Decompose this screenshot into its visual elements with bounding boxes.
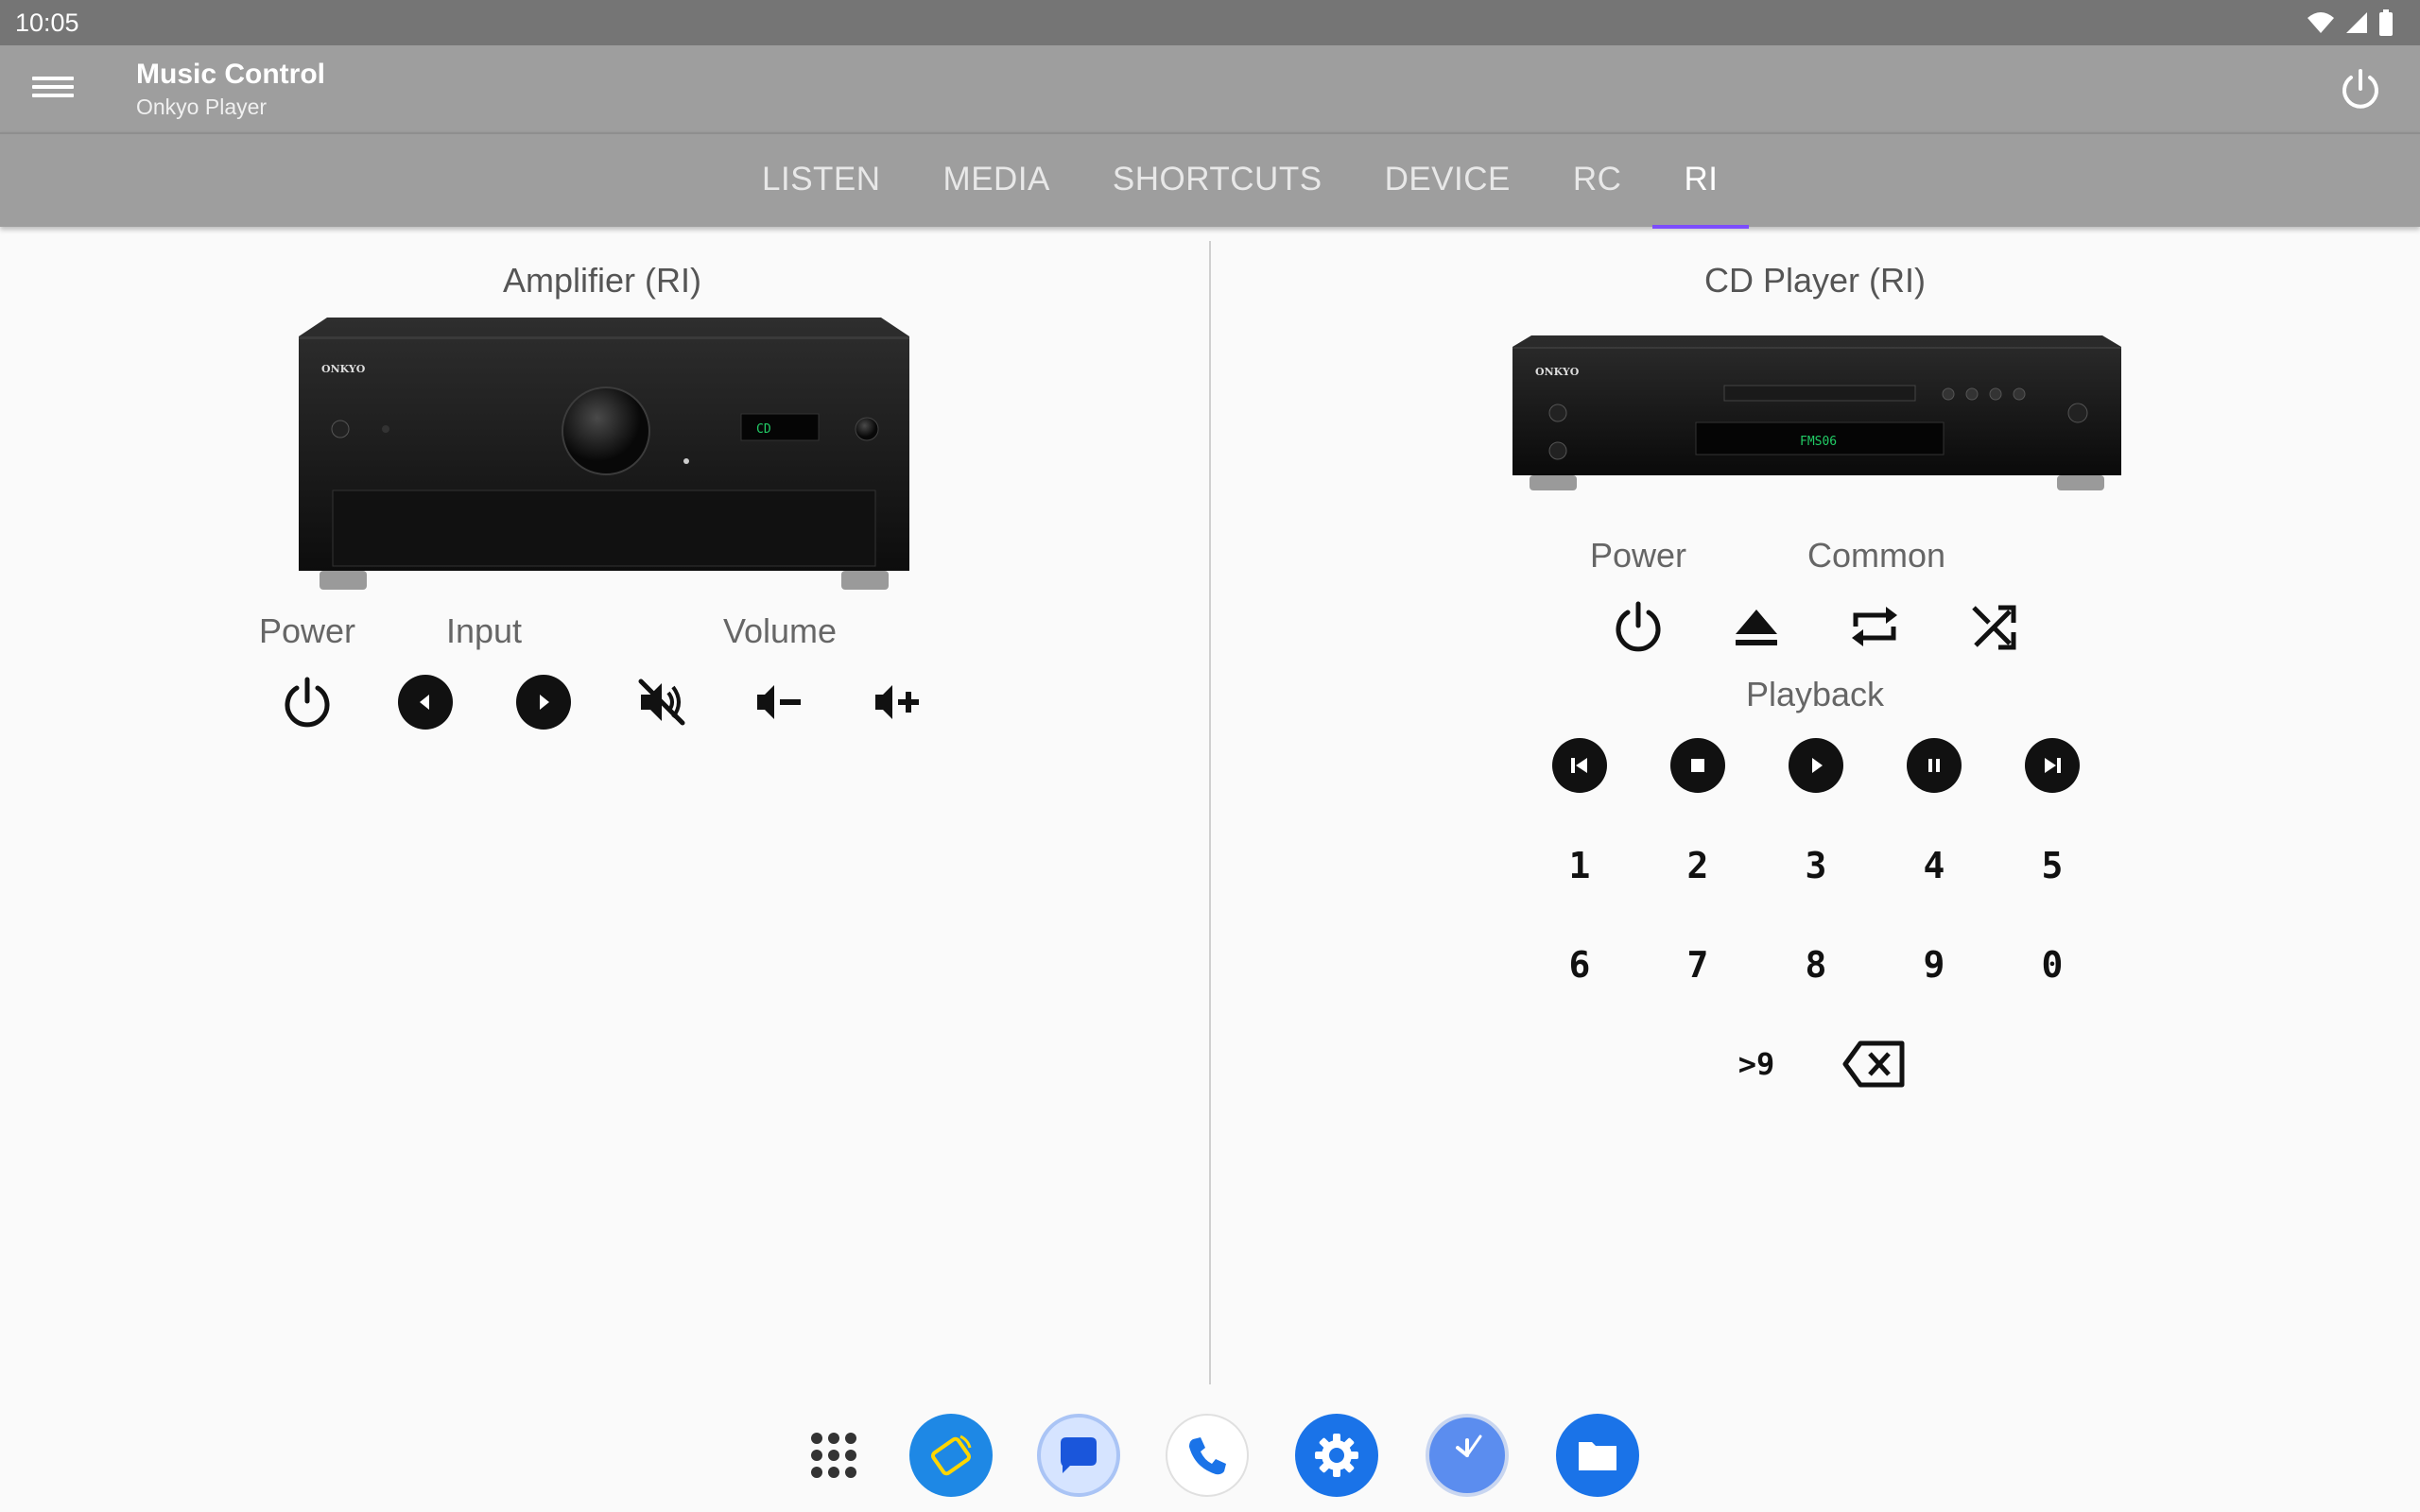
status-bar: 10:05 bbox=[0, 0, 2420, 45]
power-icon bbox=[1616, 601, 1661, 652]
cd-playback-label: Playback bbox=[1745, 675, 1885, 713]
cd-power-button[interactable] bbox=[1600, 589, 1676, 664]
svg-text:FMS06: FMS06 bbox=[1800, 435, 1837, 449]
shuffle-button[interactable] bbox=[1955, 589, 2031, 664]
app-drawer-icon[interactable] bbox=[792, 1414, 875, 1497]
digit-9-button[interactable]: 9 bbox=[1896, 927, 1972, 1003]
system-icons bbox=[2307, 9, 2394, 36]
repeat-button[interactable] bbox=[1837, 589, 1912, 664]
chevron-left-icon bbox=[398, 675, 453, 730]
chevron-right-icon bbox=[516, 675, 571, 730]
tab-shortcuts[interactable]: SHORTCUTS bbox=[1081, 134, 1354, 229]
svg-text:CD: CD bbox=[756, 422, 771, 437]
digit-3-button[interactable]: 3 bbox=[1778, 828, 1854, 903]
pause-icon bbox=[1907, 738, 1962, 793]
messages-app-icon[interactable] bbox=[1037, 1414, 1120, 1497]
repeat-icon bbox=[1852, 607, 1897, 646]
input-next-button[interactable] bbox=[506, 664, 581, 740]
digit-2-button[interactable]: 2 bbox=[1660, 828, 1736, 903]
digit-5-button[interactable]: 5 bbox=[2014, 828, 2090, 903]
tab-device[interactable]: DEVICE bbox=[1354, 134, 1542, 229]
amplifier-power-label: Power bbox=[258, 611, 356, 650]
tab-listen[interactable]: LISTEN bbox=[731, 134, 912, 229]
status-time: 10:05 bbox=[15, 9, 79, 37]
phone-app-icon[interactable] bbox=[1166, 1414, 1249, 1497]
volume-down-button[interactable] bbox=[742, 664, 818, 740]
tab-bar: LISTEN MEDIA SHORTCUTS DEVICE RC RI bbox=[0, 132, 2420, 229]
skip-next-icon bbox=[2025, 738, 2080, 793]
tab-ri[interactable]: RI bbox=[1652, 134, 1750, 229]
cd-power-label: Power bbox=[1589, 536, 1687, 575]
stop-icon bbox=[1670, 738, 1725, 793]
tab-media[interactable]: MEDIA bbox=[912, 134, 1081, 229]
digit-8-button[interactable]: 8 bbox=[1778, 927, 1854, 1003]
wifi-icon bbox=[2308, 12, 2334, 33]
shuffle-icon bbox=[1972, 605, 2016, 650]
settings-app-icon[interactable] bbox=[1295, 1414, 1378, 1497]
volume-up-icon bbox=[875, 685, 919, 719]
amplifier-image: ONKYO CD bbox=[299, 318, 909, 590]
app-bar: Music Control Onkyo Player bbox=[0, 45, 2420, 132]
battery-icon bbox=[2379, 9, 2393, 36]
app-title: Music Control bbox=[136, 59, 325, 90]
eject-button[interactable] bbox=[1719, 589, 1794, 664]
power-icon[interactable] bbox=[2337, 66, 2384, 113]
mute-button[interactable] bbox=[624, 664, 700, 740]
backspace-button[interactable] bbox=[1837, 1026, 1912, 1102]
svg-text:ONKYO: ONKYO bbox=[1535, 366, 1580, 378]
panel-divider bbox=[1209, 241, 1211, 1384]
digit-7-button[interactable]: 7 bbox=[1660, 927, 1736, 1003]
remote-app-icon[interactable] bbox=[909, 1414, 993, 1497]
stop-button[interactable] bbox=[1660, 728, 1736, 803]
taskbar-dock bbox=[0, 1389, 2420, 1512]
digit-6-button[interactable]: 6 bbox=[1542, 927, 1617, 1003]
volume-mute-icon bbox=[638, 679, 685, 726]
digit-4-button[interactable]: 4 bbox=[1896, 828, 1972, 903]
next-track-button[interactable] bbox=[2014, 728, 2090, 803]
volume-down-icon bbox=[757, 685, 801, 719]
cell-signal-icon bbox=[2346, 12, 2367, 33]
files-app-icon[interactable] bbox=[1556, 1414, 1639, 1497]
volume-up-button[interactable] bbox=[860, 664, 936, 740]
cd-common-label: Common bbox=[1806, 536, 1946, 575]
cd-player-title: CD Player (RI) bbox=[1703, 261, 1927, 300]
amplifier-volume-label: Volume bbox=[722, 611, 838, 650]
amplifier-power-button[interactable] bbox=[269, 664, 345, 740]
tab-rc[interactable]: RC bbox=[1542, 134, 1653, 229]
svg-text:ONKYO: ONKYO bbox=[321, 363, 366, 375]
greater-than-nine-button[interactable]: >9 bbox=[1719, 1026, 1794, 1102]
pause-button[interactable] bbox=[1896, 728, 1972, 803]
amplifier-input-label: Input bbox=[445, 611, 523, 650]
play-button[interactable] bbox=[1778, 728, 1854, 803]
backspace-icon bbox=[1842, 1040, 1905, 1088]
cd-player-image: ONKYO FMS06 bbox=[1512, 335, 2121, 490]
clock-app-icon[interactable] bbox=[1426, 1414, 1509, 1497]
skip-previous-icon bbox=[1552, 738, 1607, 793]
power-icon bbox=[285, 677, 330, 728]
amplifier-title: Amplifier (RI) bbox=[502, 261, 701, 300]
hamburger-menu-icon[interactable] bbox=[32, 72, 74, 106]
previous-track-button[interactable] bbox=[1542, 728, 1617, 803]
eject-icon bbox=[1736, 610, 1777, 645]
play-icon bbox=[1789, 738, 1843, 793]
digit-0-button[interactable]: 0 bbox=[2014, 927, 2090, 1003]
digit-1-button[interactable]: 1 bbox=[1542, 828, 1617, 903]
input-previous-button[interactable] bbox=[388, 664, 463, 740]
app-subtitle: Onkyo Player bbox=[136, 94, 268, 119]
